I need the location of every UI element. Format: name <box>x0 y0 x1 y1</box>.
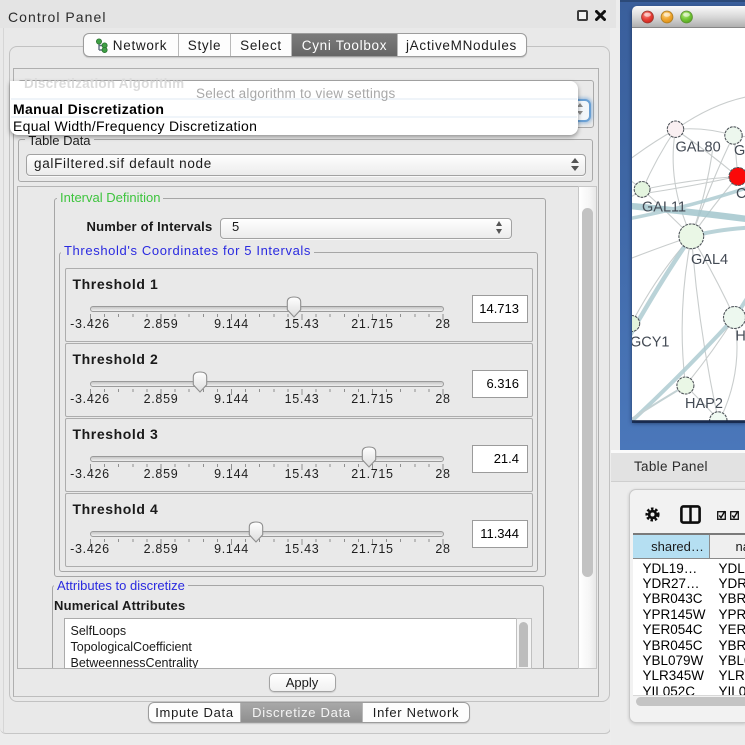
svg-text:GAL4: GAL4 <box>691 251 728 267</box>
svg-text:GCY1: GCY1 <box>632 334 670 350</box>
svg-text:GAL11: GAL11 <box>642 199 686 215</box>
svg-text:CY: CY <box>736 186 745 202</box>
svg-text:GAL80: GAL80 <box>675 139 720 155</box>
svg-text:HS: HS <box>735 328 745 344</box>
svg-text:G.: G. <box>734 143 745 159</box>
svg-text:HAP2: HAP2 <box>685 396 723 412</box>
